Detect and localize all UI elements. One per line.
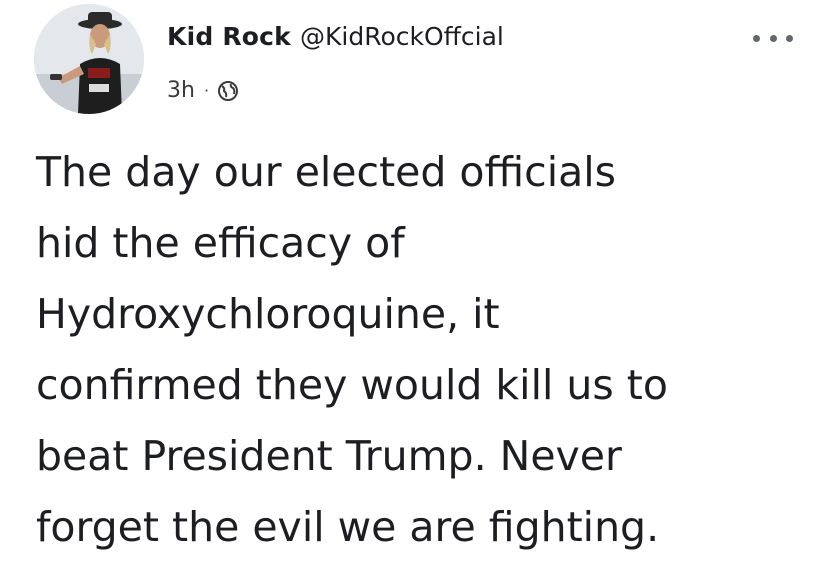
meta-separator: · xyxy=(203,80,210,100)
post-text-line: forget the evil we are fighting. xyxy=(36,503,660,551)
more-dot xyxy=(769,34,777,42)
post-meta: 3h · xyxy=(167,78,239,103)
post-text-line: beat President Trump. Never xyxy=(36,432,622,480)
post-text-line: confirmed they would kill us to xyxy=(36,361,668,409)
post-timestamp[interactable]: 3h xyxy=(167,78,195,103)
post-text-line: Hydroxychloroquine, it xyxy=(36,290,500,338)
author-handle[interactable]: @KidRockOffcial xyxy=(300,22,504,51)
more-dot xyxy=(753,34,760,42)
more-dot xyxy=(786,34,793,42)
avatar[interactable] xyxy=(34,4,144,114)
author-name[interactable]: Kid Rock xyxy=(167,22,291,51)
post-text-line: hid the efficacy of xyxy=(36,219,405,267)
globe-icon[interactable] xyxy=(217,80,239,102)
avatar-photo xyxy=(34,4,144,114)
post-text-line: The day our elected officials xyxy=(36,148,616,196)
post-text: The day our elected officials hid the ef… xyxy=(36,137,816,563)
more-options-icon[interactable] xyxy=(753,29,793,47)
social-post: Kid Rock @KidRockOffcial 3h · The day ou… xyxy=(0,0,828,583)
